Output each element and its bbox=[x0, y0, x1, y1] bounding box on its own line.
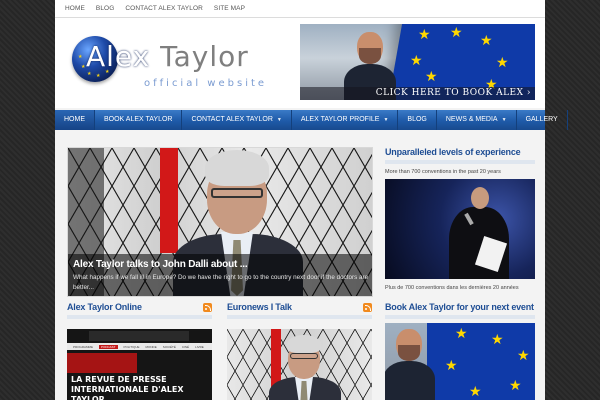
thumbnail-title: LA REVUE DE PRESSE INTERNATIONALE D'ALEX … bbox=[71, 375, 212, 400]
alex-online-widget: Alex Taylor Online PROGRAMME PODCAST POL… bbox=[67, 302, 212, 400]
nav-blog[interactable]: BLOG bbox=[398, 110, 437, 130]
book-alex-cta[interactable]: CLICK HERE TO BOOK ALEX › bbox=[300, 87, 535, 100]
euronews-widget: Euronews I Talk bbox=[227, 302, 372, 400]
logo-name: Alex Taylor bbox=[86, 40, 249, 73]
thumb-menu-item: POLITIQUE bbox=[123, 344, 140, 349]
nav-home-label: HOME bbox=[64, 116, 85, 123]
alex-portrait-image bbox=[385, 325, 435, 400]
featured-slider[interactable]: Alex Taylor talks to John Dalli about ..… bbox=[67, 147, 373, 297]
book-widget: Book Alex Taylor for your next event ★ ★… bbox=[385, 302, 535, 400]
thumbnail-header bbox=[89, 331, 189, 341]
thumb-menu-item: CINÉ bbox=[181, 344, 190, 349]
thumb-menu-item: LIVRE bbox=[195, 344, 204, 349]
toplink-contact[interactable]: CONTACT ALEX TAYLOR bbox=[125, 5, 203, 12]
nav-profile-label: ALEX TAYLOR PROFILE bbox=[300, 116, 380, 123]
euronews-header: Euronews I Talk bbox=[227, 302, 372, 319]
nav-news-media[interactable]: NEWS & MEDIA ▼ bbox=[437, 110, 517, 130]
thumbnail-menu: PROGRAMME PODCAST POLITIQUE MONDE SOCIÉT… bbox=[67, 343, 212, 350]
thumbnail-red-block bbox=[67, 353, 137, 373]
experience-widget: Unparalleled levels of experience More t… bbox=[385, 147, 535, 291]
experience-text-en: More than 700 conventions in the past 20… bbox=[385, 169, 501, 175]
chevron-down-icon: ▼ bbox=[501, 117, 507, 123]
toplink-home[interactable]: HOME bbox=[65, 5, 85, 12]
thumb-menu-item: PROGRAMME bbox=[73, 344, 94, 349]
nav-book-alex-taylor[interactable]: BOOK ALEX TAYLOR bbox=[95, 110, 183, 130]
main-nav: HOME BOOK ALEX TAYLOR CONTACT ALEX TAYLO… bbox=[55, 110, 568, 130]
experience-title: Unparalleled levels of experience bbox=[385, 147, 535, 164]
nav-contact-alex-taylor[interactable]: CONTACT ALEX TAYLOR ▼ bbox=[182, 110, 292, 130]
experience-text-fr: Plus de 700 conventions dans les dernièr… bbox=[385, 285, 519, 291]
nav-news-label: NEWS & MEDIA bbox=[445, 116, 498, 123]
logo-subtitle: official website bbox=[144, 78, 268, 89]
nav-contact-label: CONTACT ALEX TAYLOR bbox=[191, 116, 273, 123]
rss-icon[interactable] bbox=[363, 302, 372, 312]
top-links-bar: HOME BLOG CONTACT ALEX TAYLOR SITE MAP bbox=[55, 0, 545, 18]
nav-blog-label: BLOG bbox=[407, 116, 427, 123]
speaker-image bbox=[385, 179, 535, 279]
feature-title[interactable]: Alex Taylor talks to John Dalli about ..… bbox=[73, 259, 369, 270]
thumbnail-title-line2: INTERNATIONALE D'ALEX TAYLOR bbox=[71, 385, 184, 400]
thumb-menu-item: MONDE bbox=[145, 344, 157, 349]
nav-gallery-label: GALLERY bbox=[525, 116, 558, 123]
euronews-thumbnail[interactable] bbox=[227, 329, 372, 400]
nav-home[interactable]: HOME bbox=[55, 110, 95, 130]
nav-gallery[interactable]: GALLERY bbox=[517, 110, 568, 130]
alex-online-title: Alex Taylor Online bbox=[67, 302, 142, 312]
site-header: ★ ★ ★ ★ ★ Alex Taylor official website ★… bbox=[55, 18, 545, 108]
site-logo[interactable]: ★ ★ ★ ★ ★ Alex Taylor official website bbox=[72, 34, 312, 94]
thumb-menu-item: SOCIÉTÉ bbox=[162, 344, 176, 349]
alex-online-header: Alex Taylor Online bbox=[67, 302, 212, 319]
logo-first-name: Alex bbox=[86, 40, 151, 73]
page-container: HOME BLOG CONTACT ALEX TAYLOR SITE MAP ★… bbox=[55, 0, 568, 400]
nav-book-label: BOOK ALEX TAYLOR bbox=[104, 116, 173, 123]
feature-caption: Alex Taylor talks to John Dalli about ..… bbox=[68, 254, 372, 296]
book-alex-image[interactable]: ★ ★ ★ ★ ★ ★ bbox=[385, 323, 535, 400]
book-alex-banner[interactable]: ★ ★ ★ ★ ★ ★ ★ CLICK HERE TO BOOK ALEX › bbox=[300, 24, 535, 100]
toplink-blog[interactable]: BLOG bbox=[96, 5, 114, 12]
chevron-down-icon: ▼ bbox=[383, 117, 389, 123]
john-dalli-image bbox=[269, 333, 341, 400]
feature-description: What happens if we fall ill in Europe? D… bbox=[73, 274, 369, 291]
nav-alex-taylor-profile[interactable]: ALEX TAYLOR PROFILE ▼ bbox=[292, 110, 399, 130]
euronews-title: Euronews I Talk bbox=[227, 302, 292, 312]
revue-de-presse-thumbnail[interactable]: PROGRAMME PODCAST POLITIQUE MONDE SOCIÉT… bbox=[67, 329, 212, 400]
thumb-menu-item: PODCAST bbox=[99, 344, 118, 349]
chevron-down-icon: ▼ bbox=[276, 117, 282, 123]
rss-icon[interactable] bbox=[203, 302, 212, 312]
toplink-site-map[interactable]: SITE MAP bbox=[214, 5, 245, 12]
thumbnail-title-line1: LA REVUE DE PRESSE bbox=[71, 375, 167, 384]
feature-red-bar bbox=[160, 148, 178, 253]
book-title: Book Alex Taylor for your next event bbox=[385, 302, 535, 319]
logo-last-name: Taylor bbox=[160, 40, 249, 73]
